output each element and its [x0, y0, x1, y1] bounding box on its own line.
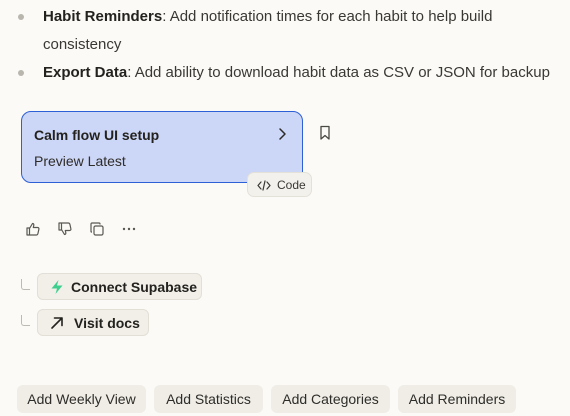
- visit-docs-button[interactable]: Visit docs: [37, 309, 149, 336]
- bullet-rest: : Add ability to download habit data as …: [127, 64, 550, 81]
- bullet-rest: : Add notification times for each habit …: [162, 8, 493, 25]
- more-options-button[interactable]: [121, 221, 137, 237]
- connector-line: [21, 315, 30, 326]
- chat-message-page: Habit Reminders: Add notification times …: [0, 0, 570, 416]
- more-horizontal-icon: [122, 227, 136, 231]
- bullet-text: Habit Reminders: Add notification times …: [43, 3, 570, 59]
- connect-supabase-button[interactable]: Connect Supabase: [37, 273, 202, 300]
- connect-supabase-label: Connect Supabase: [71, 279, 198, 295]
- artifact-subtitle: Preview Latest: [34, 153, 126, 169]
- thumbs-down-button[interactable]: [57, 221, 73, 237]
- code-button-label: Code: [277, 178, 306, 192]
- bullet-bold: Habit Reminders: [43, 8, 163, 25]
- suggestion-add-statistics[interactable]: Add Statistics: [154, 385, 263, 413]
- bullet-bold: Export Data: [43, 64, 128, 81]
- bookmark-icon[interactable]: [318, 125, 332, 141]
- copy-button[interactable]: [89, 221, 105, 237]
- suggestion-add-weekly-view[interactable]: Add Weekly View: [17, 385, 146, 413]
- bolt-icon: [51, 280, 63, 294]
- code-icon: [257, 180, 271, 191]
- thumbs-down-icon: [58, 222, 72, 236]
- artifact-title: Calm flow UI setup: [34, 127, 160, 143]
- chevron-right-icon: [279, 128, 286, 140]
- suggestion-add-reminders[interactable]: Add Reminders: [398, 385, 516, 413]
- bullet-dot: [18, 70, 24, 76]
- thumbs-up-icon: [26, 222, 40, 236]
- code-button[interactable]: Code: [247, 172, 312, 197]
- arrow-up-right-icon: [51, 317, 63, 329]
- bullet-dot: [18, 14, 24, 20]
- thumbs-up-button[interactable]: [25, 221, 41, 237]
- bullet-text: Export Data: Add ability to download hab…: [43, 59, 570, 87]
- suggestion-add-categories[interactable]: Add Categories: [271, 385, 390, 413]
- connector-line: [21, 279, 30, 290]
- copy-icon: [90, 222, 104, 236]
- visit-docs-label: Visit docs: [74, 315, 140, 331]
- bullet-rest-continued: consistency: [43, 36, 122, 53]
